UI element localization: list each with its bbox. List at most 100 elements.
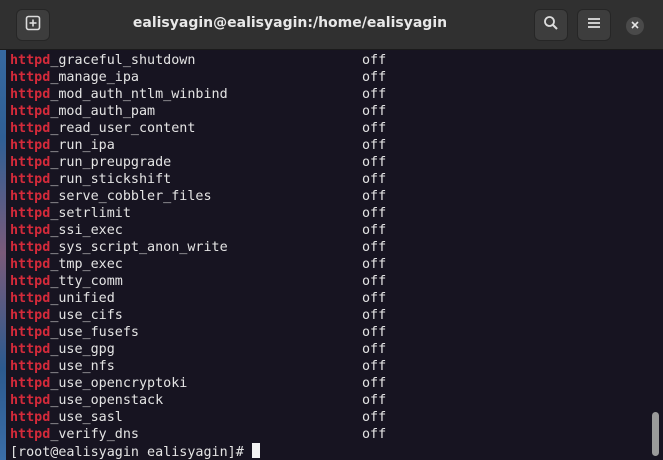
row-state: off [362, 155, 387, 170]
row-name: _run_stickshift [50, 172, 172, 187]
terminal-row: httpd_unified off [10, 290, 650, 307]
row-keyword: httpd [10, 393, 51, 408]
terminal-row: httpd_use_gpg off [10, 341, 650, 358]
row-state: off [362, 393, 387, 408]
terminal-window: ealisyagin@ealisyagin:/home/ealisyagin h… [0, 0, 663, 460]
scrollbar-thumb[interactable] [652, 412, 659, 456]
terminal-row: httpd_ssi_exec off [10, 222, 650, 239]
close-button[interactable] [626, 17, 644, 35]
terminal-row: httpd_use_nfs off [10, 358, 650, 375]
terminal-row: httpd_tmp_exec off [10, 256, 650, 273]
row-name: _verify_dns [50, 427, 139, 442]
row-state: off [362, 240, 387, 255]
terminal-row: httpd_setrlimit off [10, 205, 650, 222]
row-name: _graceful_shutdown [50, 53, 196, 68]
row-state: off [362, 325, 387, 340]
row-name: _serve_cobbler_files [50, 189, 212, 204]
shell-prompt-line[interactable]: [root@ealisyagin ealisyagin]# [10, 443, 650, 460]
row-name: _use_fusefs [50, 325, 139, 340]
terminal-row: httpd_tty_comm off [10, 273, 650, 290]
close-icon [630, 17, 640, 35]
row-state: off [362, 223, 387, 238]
terminal-row: httpd_manage_ipa off [10, 69, 650, 86]
row-state: off [362, 359, 387, 374]
search-button[interactable] [534, 9, 568, 41]
row-keyword: httpd [10, 427, 51, 442]
terminal-row: httpd_use_fusefs off [10, 324, 650, 341]
terminal-row: httpd_graceful_shutdown off [10, 52, 650, 69]
row-state: off [362, 410, 387, 425]
title-bar: ealisyagin@ealisyagin:/home/ealisyagin [0, 0, 663, 50]
row-keyword: httpd [10, 138, 51, 153]
row-keyword: httpd [10, 104, 51, 119]
terminal-row: httpd_verify_dns off [10, 426, 650, 443]
terminal-output[interactable]: httpd_graceful_shutdown off httpd_manage_… [10, 52, 650, 460]
row-keyword: httpd [10, 342, 51, 357]
row-keyword: httpd [10, 206, 51, 221]
row-state: off [362, 376, 387, 391]
row-keyword: httpd [10, 410, 51, 425]
row-keyword: httpd [10, 223, 51, 238]
row-keyword: httpd [10, 121, 51, 136]
row-keyword: httpd [10, 274, 51, 289]
row-name: _mod_auth_ntlm_winbind [50, 87, 228, 102]
terminal-row: httpd_use_cifs off [10, 307, 650, 324]
row-state: off [362, 138, 387, 153]
new-tab-button[interactable] [16, 9, 50, 41]
terminal-row: httpd_run_stickshift off [10, 171, 650, 188]
terminal-row: httpd_use_openstack off [10, 392, 650, 409]
row-keyword: httpd [10, 172, 51, 187]
row-keyword: httpd [10, 70, 51, 85]
row-state: off [362, 291, 387, 306]
terminal-row: httpd_serve_cobbler_files off [10, 188, 650, 205]
row-name: _use_opencryptoki [50, 376, 188, 391]
row-name: _manage_ipa [50, 70, 139, 85]
row-name: _use_gpg [50, 342, 115, 357]
row-keyword: httpd [10, 257, 51, 272]
row-name: _use_nfs [50, 359, 115, 374]
row-state: off [362, 53, 387, 68]
row-name: _unified [50, 291, 115, 306]
row-state: off [362, 87, 387, 102]
row-state: off [362, 189, 387, 204]
row-state: off [362, 70, 387, 85]
new-tab-plus-icon [25, 15, 41, 36]
row-name: _setrlimit [50, 206, 131, 221]
row-name: _ssi_exec [50, 223, 123, 238]
row-name: _run_preupgrade [50, 155, 172, 170]
row-keyword: httpd [10, 240, 51, 255]
terminal-row: httpd_mod_auth_ntlm_winbind off [10, 86, 650, 103]
terminal-row: httpd_sys_script_anon_write off [10, 239, 650, 256]
row-state: off [362, 121, 387, 136]
row-keyword: httpd [10, 376, 51, 391]
row-name: _read_user_content [50, 121, 196, 136]
row-keyword: httpd [10, 325, 51, 340]
search-icon [543, 15, 559, 36]
row-state: off [362, 172, 387, 187]
row-keyword: httpd [10, 291, 51, 306]
row-name: _run_ipa [50, 138, 115, 153]
row-state: off [362, 342, 387, 357]
row-name: _tty_comm [50, 274, 123, 289]
terminal-row: httpd_run_preupgrade off [10, 154, 650, 171]
row-name: _use_cifs [50, 308, 123, 323]
row-state: off [362, 257, 387, 272]
row-keyword: httpd [10, 189, 51, 204]
text-cursor [251, 443, 260, 458]
terminal-row: httpd_use_sasl off [10, 409, 650, 426]
terminal-row: httpd_read_user_content off [10, 120, 650, 137]
menu-button[interactable] [577, 9, 611, 41]
desktop-background-edge [0, 0, 6, 460]
row-keyword: httpd [10, 53, 51, 68]
row-state: off [362, 274, 387, 289]
row-state: off [362, 308, 387, 323]
row-state: off [362, 206, 387, 221]
row-keyword: httpd [10, 359, 51, 374]
terminal-row: httpd_run_ipa off [10, 137, 650, 154]
terminal-row: httpd_use_opencryptoki off [10, 375, 650, 392]
row-name: _tmp_exec [50, 257, 123, 272]
hamburger-menu-icon [587, 16, 601, 35]
row-name: _use_sasl [50, 410, 123, 425]
row-keyword: httpd [10, 155, 51, 170]
row-state: off [362, 427, 387, 442]
